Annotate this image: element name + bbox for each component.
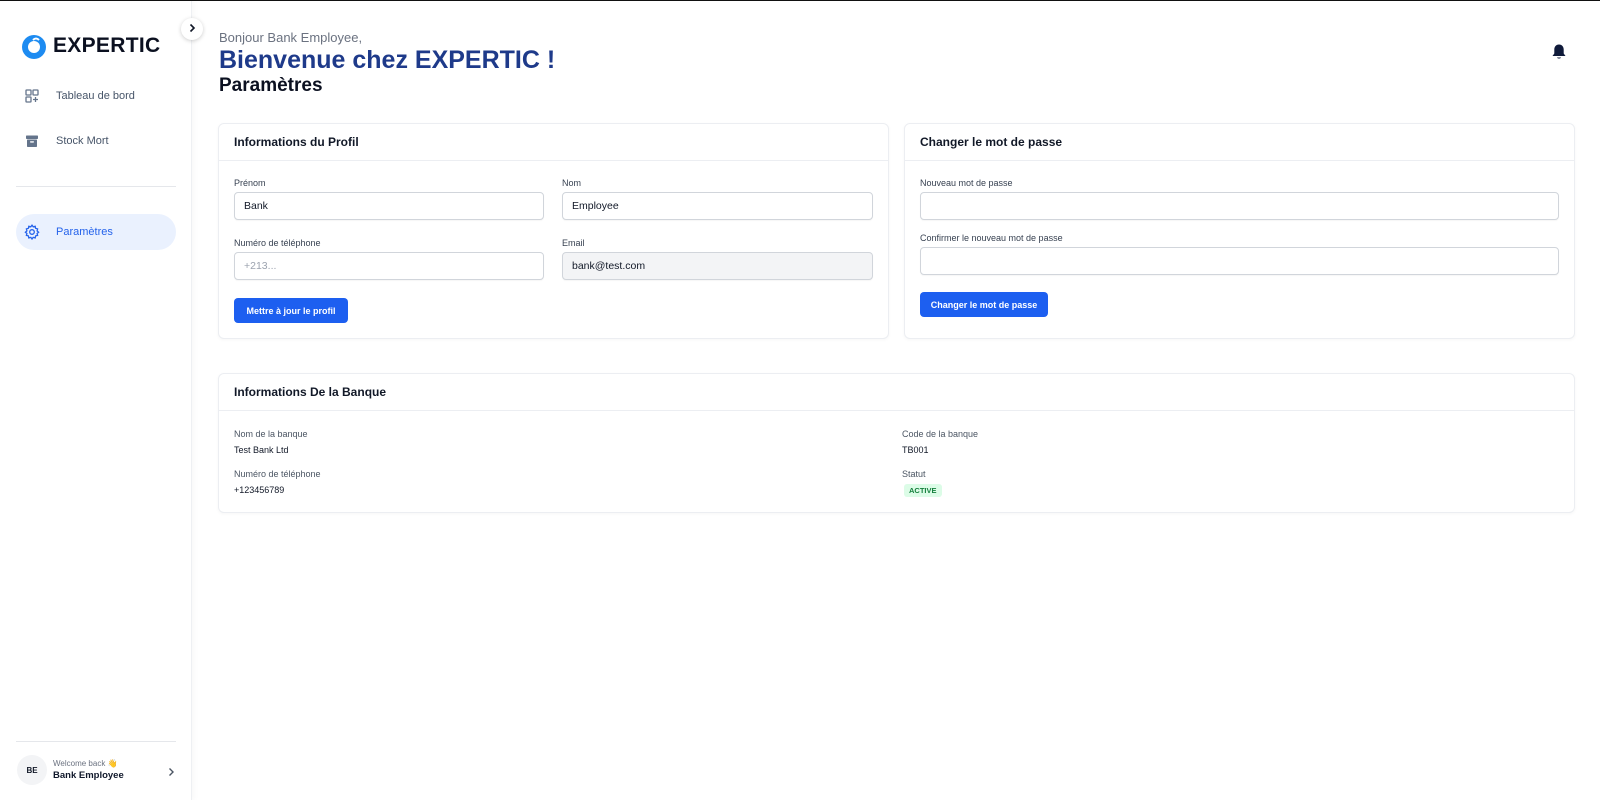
last-name-label: Nom bbox=[562, 178, 582, 188]
password-card: Changer le mot de passe Nouveau mot de p… bbox=[904, 123, 1575, 339]
card-title: Changer le mot de passe bbox=[920, 135, 1063, 149]
sidebar-item-label: Tableau de bord bbox=[56, 90, 135, 102]
card-header: Informations De la Banque bbox=[219, 374, 1574, 411]
status-label: Statut bbox=[902, 469, 926, 479]
confirm-password-input[interactable] bbox=[920, 247, 1559, 275]
bank-phone-value: +123456789 bbox=[234, 485, 285, 495]
card-header: Informations du Profil bbox=[219, 124, 888, 161]
new-password-label: Nouveau mot de passe bbox=[920, 178, 1013, 188]
new-password-input[interactable] bbox=[920, 192, 1559, 220]
sidebar-divider bbox=[16, 741, 176, 742]
update-profile-button[interactable]: Mettre à jour le profil bbox=[234, 298, 348, 323]
card-title: Informations De la Banque bbox=[234, 385, 387, 399]
first-name-input[interactable]: Bank bbox=[234, 192, 544, 220]
email-label: Email bbox=[562, 238, 585, 248]
sidebar-item-label: Paramètres bbox=[56, 226, 113, 238]
page-title: Paramètres bbox=[219, 75, 323, 96]
email-input: bank@test.com bbox=[562, 252, 873, 280]
app-logo[interactable]: EXPERTIC bbox=[20, 32, 160, 60]
sidebar-item-label: Stock Mort bbox=[56, 135, 109, 147]
bank-phone-label: Numéro de téléphone bbox=[234, 469, 321, 479]
phone-input[interactable]: +213... bbox=[234, 252, 544, 280]
sidebar-toggle-button[interactable] bbox=[181, 18, 203, 40]
welcome-text: Welcome back 👋 bbox=[53, 759, 118, 768]
sidebar-item-stock-mort[interactable]: Stock Mort bbox=[16, 123, 176, 159]
archive-box-icon bbox=[24, 133, 40, 149]
greeting-text: Bonjour Bank Employee, bbox=[219, 30, 363, 45]
bank-code-label: Code de la banque bbox=[902, 429, 979, 439]
sidebar-item-dashboard[interactable]: Tableau de bord bbox=[16, 78, 176, 114]
bank-info-card: Informations De la Banque Nom de la banq… bbox=[218, 373, 1575, 513]
sidebar-item-parametres[interactable]: Paramètres bbox=[16, 214, 176, 250]
avatar: BE bbox=[17, 755, 47, 785]
sidebar-divider bbox=[16, 186, 176, 187]
bank-name-label: Nom de la banque bbox=[234, 429, 308, 439]
profile-card: Informations du Profil Prénom Bank Nom E… bbox=[218, 123, 889, 339]
sidebar: EXPERTIC Tableau de bord Stock Mort Para… bbox=[0, 1, 192, 800]
welcome-title: Bienvenue chez EXPERTIC ! bbox=[219, 46, 556, 74]
gear-icon bbox=[24, 224, 40, 240]
confirm-password-label: Confirmer le nouveau mot de passe bbox=[920, 233, 1063, 243]
change-password-button[interactable]: Changer le mot de passe bbox=[920, 292, 1048, 317]
chevron-right-icon bbox=[166, 764, 176, 782]
chevron-right-icon bbox=[187, 20, 197, 38]
logo-text: EXPERTIC bbox=[53, 34, 161, 57]
user-info: Welcome back 👋 Bank Employee bbox=[53, 758, 124, 782]
bank-code-value: TB001 bbox=[902, 445, 929, 455]
bank-name-value: Test Bank Ltd bbox=[234, 445, 289, 455]
dashboard-grid-icon bbox=[24, 88, 40, 104]
status-badge: ACTIVE bbox=[904, 484, 942, 497]
logo-drop-icon bbox=[20, 32, 48, 60]
user-name: Bank Employee bbox=[53, 770, 124, 781]
notifications-button[interactable] bbox=[1551, 43, 1567, 66]
first-name-label: Prénom bbox=[234, 178, 266, 188]
user-profile-menu[interactable]: BE Welcome back 👋 Bank Employee bbox=[14, 752, 180, 788]
phone-label: Numéro de téléphone bbox=[234, 238, 321, 248]
bell-icon bbox=[1551, 44, 1567, 65]
card-header: Changer le mot de passe bbox=[905, 124, 1574, 161]
last-name-input[interactable]: Employee bbox=[562, 192, 873, 220]
card-title: Informations du Profil bbox=[234, 135, 359, 149]
